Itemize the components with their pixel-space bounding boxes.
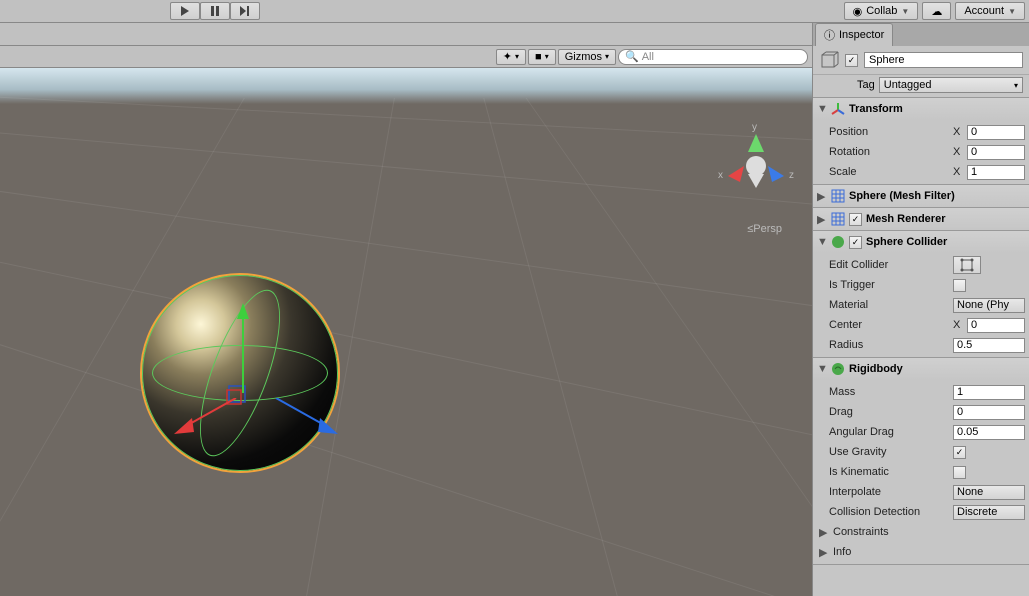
component-rigidbody: ▼ Rigidbody Mass Drag Angular Drag Use G… [813, 358, 1029, 565]
fold-toggle[interactable]: ▼ [817, 363, 827, 375]
gizmo-y-axis[interactable] [236, 303, 250, 393]
tool-toggle-button[interactable]: ✦▾ [496, 49, 526, 65]
material-field[interactable]: None (Phy [953, 298, 1025, 313]
center-label: Center [829, 319, 949, 331]
component-mesh-renderer: ▶ ✓ Mesh Renderer [813, 208, 1029, 231]
drag-label: Drag [829, 406, 949, 418]
top-toolbar: ◉Collab▼ ☁ Account▼ [0, 0, 1029, 23]
radius-label: Radius [829, 339, 949, 351]
orientation-gizmo[interactable]: x z y [716, 128, 796, 208]
constraints-label: Constraints [833, 526, 953, 538]
is-kinematic-checkbox[interactable] [953, 466, 966, 479]
tag-dropdown[interactable]: Untagged▾ [879, 77, 1023, 93]
info-icon: ⓘ [824, 27, 835, 43]
edit-collider-button[interactable] [953, 256, 981, 274]
component-transform: ▼ Transform PositionX RotationX ScaleX [813, 98, 1029, 185]
scale-label: Scale [829, 166, 949, 178]
edit-collider-label: Edit Collider [829, 259, 949, 271]
collision-dropdown[interactable]: Discrete [953, 505, 1025, 520]
axis-z-label: z [789, 170, 794, 181]
enable-checkbox[interactable]: ✓ [849, 236, 862, 249]
rigidbody-icon [831, 362, 845, 376]
persp-label[interactable]: ≤Persp [747, 223, 782, 235]
fold-toggle[interactable]: ▶ [817, 213, 827, 226]
step-button[interactable] [230, 2, 260, 20]
search-placeholder: All [642, 51, 654, 63]
is-kinematic-label: Is Kinematic [829, 466, 949, 478]
fold-toggle[interactable]: ▼ [817, 236, 827, 248]
rotation-x-input[interactable] [967, 145, 1025, 160]
axis-y-label: y [752, 122, 757, 133]
search-icon: 🔍 [625, 50, 639, 63]
component-mesh-filter: ▶ Sphere (Mesh Filter) [813, 185, 1029, 208]
info-label: Info [833, 546, 953, 558]
search-input[interactable]: 🔍All [618, 49, 808, 65]
component-title: Sphere (Mesh Filter) [849, 190, 955, 202]
tag-label: Tag [857, 79, 875, 91]
gizmo-x-axis[interactable] [174, 398, 244, 436]
component-title: Transform [849, 103, 903, 115]
position-x-input[interactable] [967, 125, 1025, 140]
account-button[interactable]: Account▼ [955, 2, 1025, 20]
fold-toggle[interactable]: ▼ [817, 103, 827, 115]
collision-label: Collision Detection [829, 506, 949, 518]
mesh-icon [831, 189, 845, 203]
angular-drag-label: Angular Drag [829, 426, 949, 438]
scale-x-input[interactable] [967, 165, 1025, 180]
wand-icon: ✦ [503, 50, 512, 63]
active-checkbox[interactable]: ✓ [845, 54, 858, 67]
cube-icon [819, 50, 839, 70]
fold-toggle[interactable]: ▶ [817, 190, 827, 203]
camera-button[interactable]: ■▾ [528, 49, 556, 65]
gizmos-button[interactable]: Gizmos▾ [558, 49, 616, 65]
camera-icon: ■ [535, 51, 542, 63]
mass-input[interactable] [953, 385, 1025, 400]
gizmo-z-axis[interactable] [270, 398, 340, 436]
object-name-input[interactable] [864, 52, 1023, 68]
component-title: Sphere Collider [866, 236, 947, 248]
pause-button[interactable] [200, 2, 230, 20]
collab-label: Collab [866, 5, 897, 17]
angular-drag-input[interactable] [953, 425, 1025, 440]
is-trigger-checkbox[interactable] [953, 279, 966, 292]
interpolate-label: Interpolate [829, 486, 949, 498]
collider-icon [831, 235, 845, 249]
cloud-icon: ☁ [931, 5, 942, 18]
center-x-input[interactable] [967, 318, 1025, 333]
rotation-label: Rotation [829, 146, 949, 158]
inspector-panel: ⓘ Inspector ✓ Tag Untagged▾ ▼ Transform P… [812, 23, 1029, 596]
interpolate-dropdown[interactable]: None [953, 485, 1025, 500]
component-sphere-collider: ▼ ✓ Sphere Collider Edit Collider Is Tri… [813, 231, 1029, 358]
enable-checkbox[interactable]: ✓ [849, 213, 862, 226]
fold-toggle[interactable]: ▶ [819, 546, 829, 559]
material-label: Material [829, 299, 949, 311]
axis-x-label: x [718, 170, 723, 181]
component-title: Mesh Renderer [866, 213, 945, 225]
mass-label: Mass [829, 386, 949, 398]
component-title: Rigidbody [849, 363, 903, 375]
play-button[interactable] [170, 2, 200, 20]
account-label: Account [964, 5, 1004, 17]
tab-inspector[interactable]: ⓘ Inspector [815, 23, 893, 46]
use-gravity-checkbox[interactable]: ✓ [953, 446, 966, 459]
collab-button[interactable]: ◉Collab▼ [844, 2, 919, 20]
fold-toggle[interactable]: ▶ [819, 526, 829, 539]
cloud-button[interactable]: ☁ [922, 2, 951, 20]
transform-icon [831, 102, 845, 116]
scene-viewport[interactable]: ✦▾ ■▾ Gizmos▾ 🔍All [0, 23, 812, 596]
position-label: Position [829, 126, 949, 138]
tab-label: Inspector [839, 29, 884, 41]
gizmos-label: Gizmos [565, 51, 602, 63]
radius-input[interactable] [953, 338, 1025, 353]
viewport-controls: ✦▾ ■▾ Gizmos▾ 🔍All [0, 46, 812, 68]
use-gravity-label: Use Gravity [829, 446, 949, 458]
is-trigger-label: Is Trigger [829, 279, 949, 291]
mesh-icon [831, 212, 845, 226]
drag-input[interactable] [953, 405, 1025, 420]
